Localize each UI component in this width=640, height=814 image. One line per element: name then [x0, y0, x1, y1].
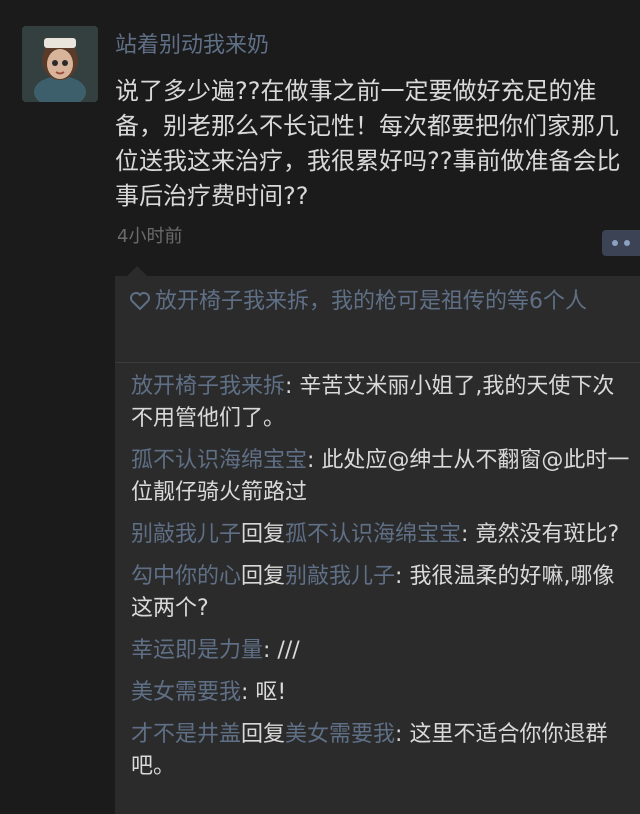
reply-to-user[interactable]: 孤不认识海绵宝宝 [285, 522, 461, 547]
comment-user[interactable]: 放开椅子我来拆 [131, 374, 285, 399]
panel-arrow [127, 266, 147, 276]
reply-word: 回复 [241, 564, 286, 589]
comment-item[interactable]: 幸运即是力量: /// [131, 635, 630, 667]
comment-item[interactable]: 孤不认识海绵宝宝: 此处应@绅士从不翻窗@此时一位靓仔骑火箭路过 [131, 445, 630, 509]
comment-list: 放开椅子我来拆: 辛苦艾米丽小姐了,我的天使下次不用管他们了。 孤不认识海绵宝宝… [115, 363, 640, 783]
avatar-doll-image [22, 26, 98, 102]
comment-item[interactable]: 别敲我儿子回复孤不认识海绵宝宝: 竟然没有斑比? [131, 519, 630, 551]
comment-user[interactable]: 孤不认识海绵宝宝 [131, 448, 307, 473]
comment-item[interactable]: 勾中你的心回复别敲我儿子: 我很温柔的好嘛,哪像这两个? [131, 561, 630, 625]
comment-more-button[interactable] [602, 230, 640, 256]
comment-panel: 放开椅子我来拆，我的枪可是祖传的等6个人 放开椅子我来拆: 辛苦艾米丽小姐了,我… [115, 266, 640, 814]
reply-word: 回复 [241, 522, 286, 547]
comment-text: : /// [263, 638, 300, 663]
reply-word: 回复 [241, 722, 286, 747]
heart-icon [129, 289, 151, 321]
comment-item[interactable]: 美女需要我: 呕! [131, 677, 630, 709]
avatar[interactable] [22, 26, 98, 102]
reply-to-user[interactable]: 美女需要我 [285, 722, 395, 747]
comment-user[interactable]: 勾中你的心 [131, 564, 241, 589]
post-author-name[interactable]: 站着别动我来奶 [115, 30, 269, 62]
comment-item[interactable]: 放开椅子我来拆: 辛苦艾米丽小姐了,我的天使下次不用管他们了。 [131, 371, 630, 435]
comment-text: : 竟然没有斑比? [461, 522, 620, 547]
comment-user[interactable]: 幸运即是力量 [131, 638, 263, 663]
likes-row: 放开椅子我来拆，我的枪可是祖传的等6个人 [115, 276, 640, 363]
comment-user[interactable]: 美女需要我 [131, 680, 241, 705]
dot-icon [624, 240, 630, 246]
comment-user[interactable]: 别敲我儿子 [131, 522, 241, 547]
post-timestamp: 4小时前 [117, 226, 183, 247]
comment-text: : 呕! [241, 680, 287, 705]
dot-icon [612, 240, 618, 246]
post-text: 说了多少遍??在做事之前一定要做好充足的准备，别老那么不长记性！每次都要把你们家… [115, 77, 621, 210]
likes-text[interactable]: 放开椅子我来拆，我的枪可是祖传的等6个人 [155, 289, 587, 314]
comment-user[interactable]: 才不是井盖 [131, 722, 241, 747]
comment-item[interactable]: 才不是井盖回复美女需要我: 这里不适合你你退群吧。 [131, 719, 630, 783]
reply-to-user[interactable]: 别敲我儿子 [285, 564, 395, 589]
